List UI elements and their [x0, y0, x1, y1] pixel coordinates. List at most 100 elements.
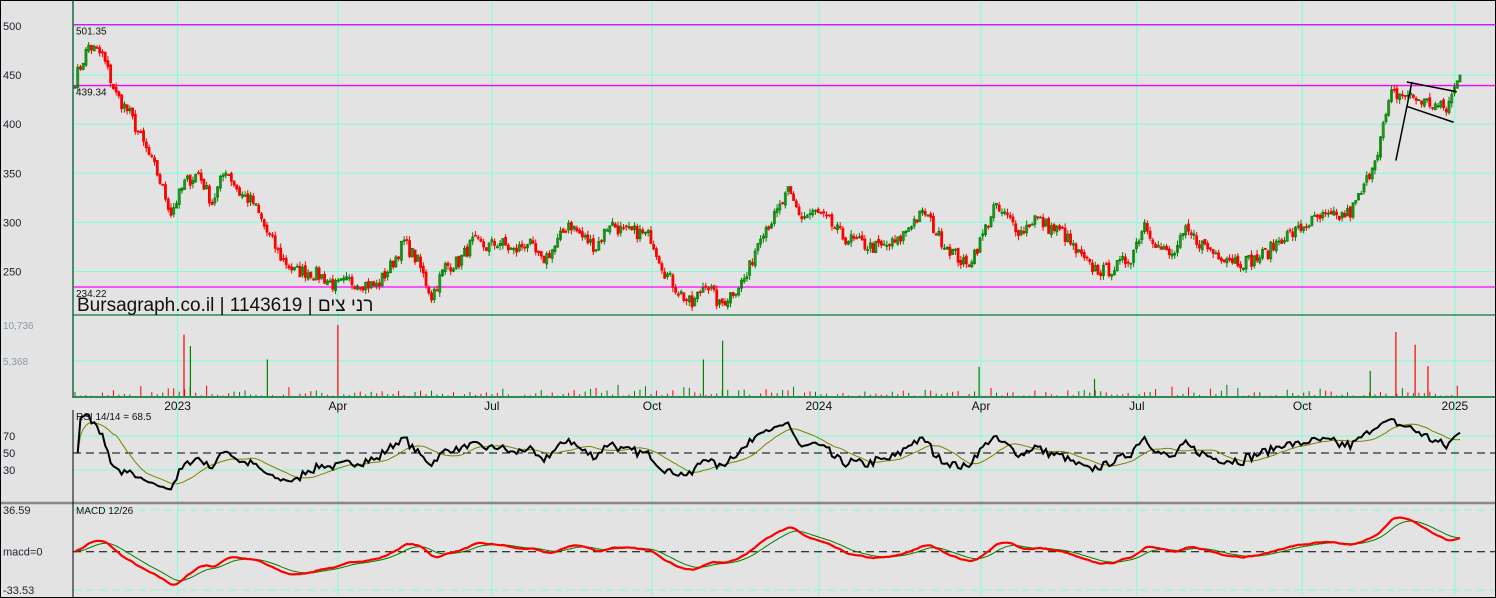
candle-body — [188, 174, 192, 186]
macd-tick-label: 36.59 — [3, 505, 31, 517]
candle-body — [142, 130, 145, 142]
candle-body — [1335, 211, 1338, 216]
candle-body — [690, 295, 694, 308]
candle-body — [95, 46, 99, 49]
candle-body — [539, 251, 543, 257]
candle-body — [986, 225, 990, 228]
candle-body — [534, 243, 538, 253]
candle-body — [1442, 99, 1445, 108]
candle-body — [767, 226, 771, 230]
candle-body — [1052, 224, 1056, 231]
candle-body — [613, 223, 617, 228]
candle-body — [624, 225, 628, 228]
candle-body — [1431, 107, 1434, 109]
candle-body — [1217, 252, 1221, 260]
candle-body — [844, 237, 848, 245]
candle-body — [120, 94, 124, 110]
candle-body — [405, 239, 409, 241]
candle-body — [997, 204, 1001, 212]
macd-label: MACD 12/26 — [76, 506, 134, 517]
candle-body — [1392, 89, 1396, 91]
candle-body — [1151, 239, 1155, 244]
candle-body — [548, 253, 551, 259]
candle-body — [879, 240, 883, 246]
candle-body — [1403, 95, 1407, 97]
candle-body — [446, 262, 450, 267]
candle-body — [117, 91, 121, 97]
candle-body — [1315, 214, 1319, 218]
candle-body — [391, 260, 395, 268]
candle-body — [940, 231, 944, 248]
candle-body — [257, 204, 261, 214]
candle-body — [893, 239, 897, 243]
macd-tick-label: macd=0 — [3, 547, 42, 559]
candle-body — [290, 266, 294, 271]
candle-body — [1036, 216, 1040, 219]
candle-body — [232, 180, 236, 186]
rsi-line — [76, 413, 1461, 491]
candle-body — [825, 214, 828, 217]
candle-body — [899, 235, 902, 242]
candle-body — [383, 270, 387, 279]
candle-body — [1395, 88, 1399, 100]
candle-body — [1167, 248, 1171, 256]
candle-body — [1209, 247, 1212, 250]
volume-tick-label: 10,736 — [3, 321, 34, 332]
candle-body — [295, 265, 299, 268]
candle-body — [1236, 255, 1240, 267]
candle-body — [331, 278, 335, 290]
candle-body — [479, 238, 483, 242]
candle-body — [158, 174, 162, 184]
watermark: Bursagraph.co.il | 1143619 | רני צים — [77, 295, 373, 316]
candle-body — [1080, 249, 1083, 255]
price-tick-label: 450 — [3, 70, 21, 82]
price-tick-label: 300 — [3, 217, 21, 229]
candle-body — [1195, 235, 1199, 245]
candle-body — [685, 299, 688, 301]
candle-body — [1228, 257, 1232, 261]
candle-body — [246, 193, 250, 203]
candle-body — [1324, 212, 1328, 215]
candle-body — [1305, 226, 1308, 228]
price-tick-label: 400 — [3, 119, 21, 131]
candle-body — [482, 241, 486, 248]
candle-body — [1219, 257, 1223, 262]
candle-body — [506, 244, 510, 251]
candle-body — [1266, 250, 1270, 259]
x-tick-label: Oct — [643, 399, 662, 413]
candle-body — [287, 265, 291, 269]
candle-body — [279, 247, 283, 261]
candle-body — [273, 235, 277, 249]
candle-body — [361, 286, 365, 291]
candle-body — [1187, 223, 1190, 232]
candle-body — [830, 214, 834, 227]
candle-body — [841, 228, 845, 240]
macd-line — [74, 516, 1461, 586]
candle-body — [649, 230, 653, 244]
candle-body — [1063, 227, 1067, 242]
candle-body — [169, 207, 173, 216]
rsi-tick-label: 30 — [3, 465, 15, 477]
flag-trendlines — [1395, 81, 1457, 161]
candle-body — [504, 236, 507, 246]
candle-body — [457, 255, 461, 268]
candle-body — [1368, 173, 1371, 180]
candle-body — [1414, 97, 1418, 101]
candle-body — [1126, 261, 1130, 264]
candle-body — [1165, 245, 1168, 251]
candle-body — [1060, 226, 1064, 229]
candle-body — [967, 264, 971, 267]
candle-body — [586, 234, 590, 244]
candle-body — [1280, 239, 1284, 244]
candle-body — [106, 60, 110, 68]
candle-body — [197, 172, 200, 174]
candle-body — [1211, 249, 1215, 254]
rsi-tick-label: 70 — [3, 431, 15, 443]
candle-body — [1411, 94, 1415, 98]
candle-body — [323, 273, 326, 284]
candle-body — [358, 287, 362, 290]
candle-body — [1230, 258, 1234, 264]
macd-panel — [74, 516, 1461, 586]
candle-body — [704, 285, 708, 288]
candle-body — [863, 238, 867, 250]
